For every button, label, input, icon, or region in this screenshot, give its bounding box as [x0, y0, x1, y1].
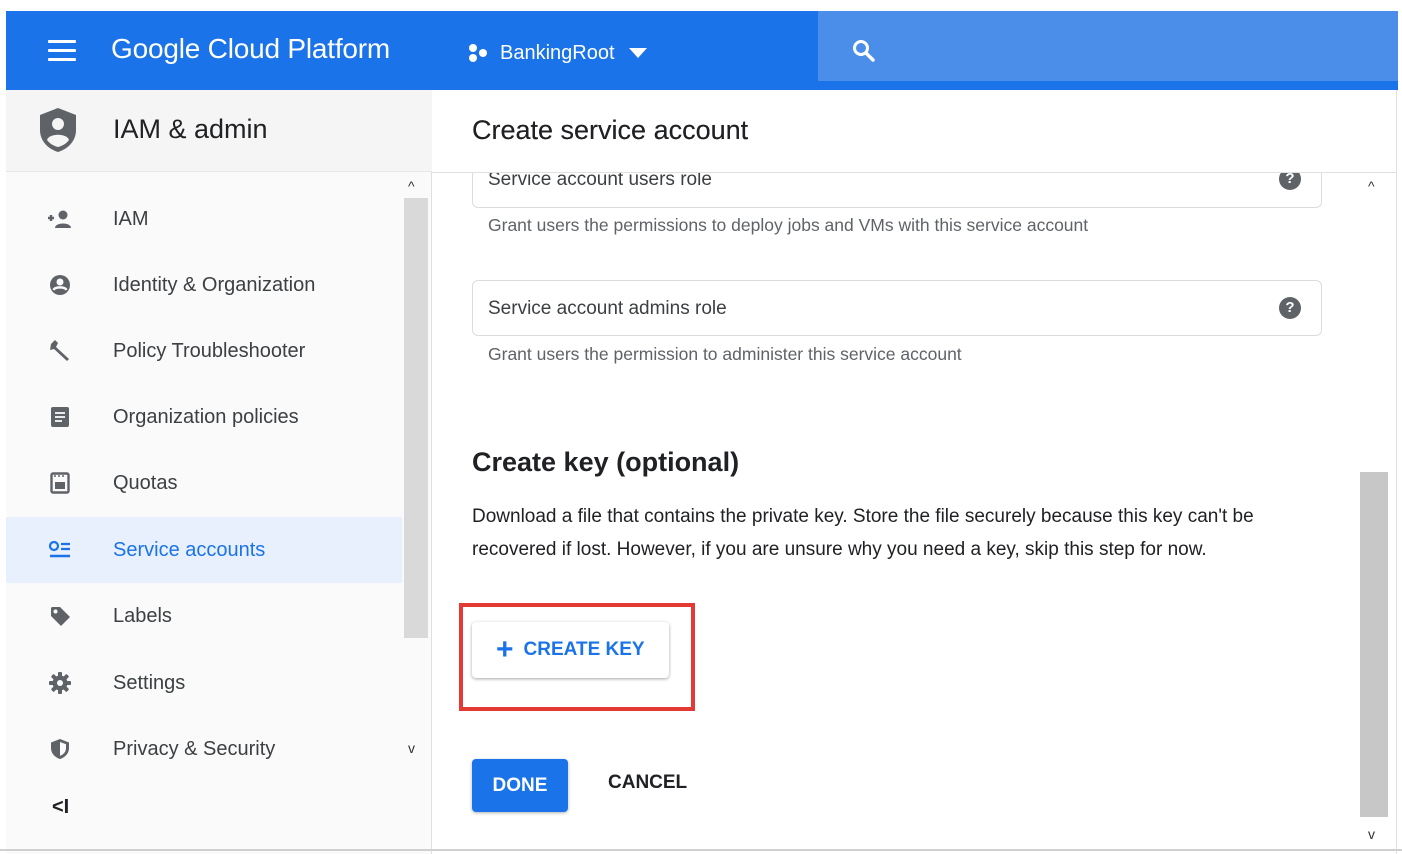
admins-role-value: Service account admins role	[488, 298, 727, 319]
sidebar-item-privacy-security[interactable]: Privacy & Security	[6, 716, 402, 782]
create-key-label: CREATE KEY	[523, 639, 645, 660]
sidebar-item-settings[interactable]: Settings	[6, 650, 402, 716]
sidebar-item-label: Settings	[113, 671, 186, 694]
project-selector[interactable]: BankingRoot	[468, 39, 657, 67]
window-bottom-border	[0, 849, 1402, 851]
service-account-icon	[46, 538, 74, 562]
users-role-hint: Grant users the permissions to deploy jo…	[488, 215, 1089, 235]
shield-icon	[46, 737, 74, 761]
document-icon	[46, 405, 74, 429]
sidebar-item-quotas[interactable]: Quotas	[6, 450, 402, 516]
iam-shield-icon	[40, 108, 76, 152]
sidebar-section-title: IAM & admin	[113, 114, 268, 144]
hamburger-menu-icon[interactable]	[42, 33, 82, 69]
chevron-down-icon	[628, 48, 647, 58]
collapse-sidebar-button[interactable]: <I	[52, 796, 69, 819]
sidebar-header: IAM & admin	[6, 90, 432, 172]
sidebar-item-label: Identity & Organization	[113, 273, 316, 296]
sidebar-item-policy-troubleshooter[interactable]: Policy Troubleshooter	[6, 318, 402, 384]
sidebar-scrollbar-thumb[interactable]	[404, 198, 428, 638]
quota-icon	[46, 471, 74, 495]
main-scrollbar-thumb[interactable]	[1360, 472, 1388, 817]
top-app-bar: Google Cloud Platform BankingRoot	[6, 11, 1398, 90]
scroll-up-icon[interactable]: ^	[408, 178, 415, 194]
field-clip	[432, 152, 1396, 172]
sidebar-item-label: Privacy & Security	[113, 737, 276, 760]
cancel-button[interactable]: CANCEL	[608, 772, 687, 794]
sidebar: IAM & admin IAM Identity & Organization …	[6, 90, 432, 854]
project-name: BankingRoot	[500, 41, 615, 64]
plus-icon: +	[496, 633, 514, 666]
sidebar-item-label: Labels	[113, 604, 172, 627]
sidebar-item-organization-policies[interactable]: Organization policies	[6, 384, 402, 450]
scroll-down-icon[interactable]: v	[408, 740, 415, 756]
main-scrollbar[interactable]: ^ v	[1360, 172, 1388, 852]
admins-role-field[interactable]: Service account admins role ?	[472, 280, 1322, 336]
create-key-button[interactable]: + CREATE KEY	[472, 622, 669, 678]
project-dots-icon	[469, 44, 487, 62]
sidebar-item-label: Policy Troubleshooter	[113, 339, 306, 362]
wrench-icon	[46, 339, 74, 363]
sidebar-item-label: Service accounts	[113, 538, 266, 561]
search-icon	[853, 40, 875, 62]
sidebar-item-label: Organization policies	[113, 405, 299, 428]
sidebar-item-label: IAM	[113, 207, 149, 230]
right-panel-edge	[1396, 90, 1402, 854]
create-key-description: Download a file that contains the privat…	[472, 506, 1254, 560]
add-person-icon	[46, 207, 74, 231]
account-circle-icon	[46, 273, 74, 297]
sidebar-item-label: Quotas	[113, 471, 178, 494]
done-button[interactable]: DONE	[472, 759, 568, 812]
page-title-overlay: Create service account	[472, 115, 749, 145]
sidebar-scrollbar[interactable]: ^ v	[402, 178, 428, 854]
search-bar[interactable]	[818, 11, 1398, 81]
sidebar-item-service-accounts[interactable]: Service accounts	[6, 517, 402, 583]
app-title[interactable]: Google Cloud Platform	[111, 33, 390, 65]
sidebar-item-identity-organization[interactable]: Identity & Organization	[6, 252, 402, 318]
admins-role-hint: Grant users the permission to administer…	[488, 344, 962, 364]
sidebar-item-labels[interactable]: Labels	[6, 583, 402, 649]
scroll-up-icon[interactable]: ^	[1368, 178, 1375, 194]
title-divider-overlay	[432, 172, 1396, 173]
tag-icon	[46, 604, 74, 628]
create-key-section-title: Create key (optional)	[472, 447, 740, 477]
scroll-down-icon[interactable]: v	[1368, 826, 1375, 842]
gear-icon	[46, 671, 74, 695]
help-icon[interactable]: ?	[1279, 297, 1301, 319]
sidebar-item-iam[interactable]: IAM	[6, 186, 402, 252]
